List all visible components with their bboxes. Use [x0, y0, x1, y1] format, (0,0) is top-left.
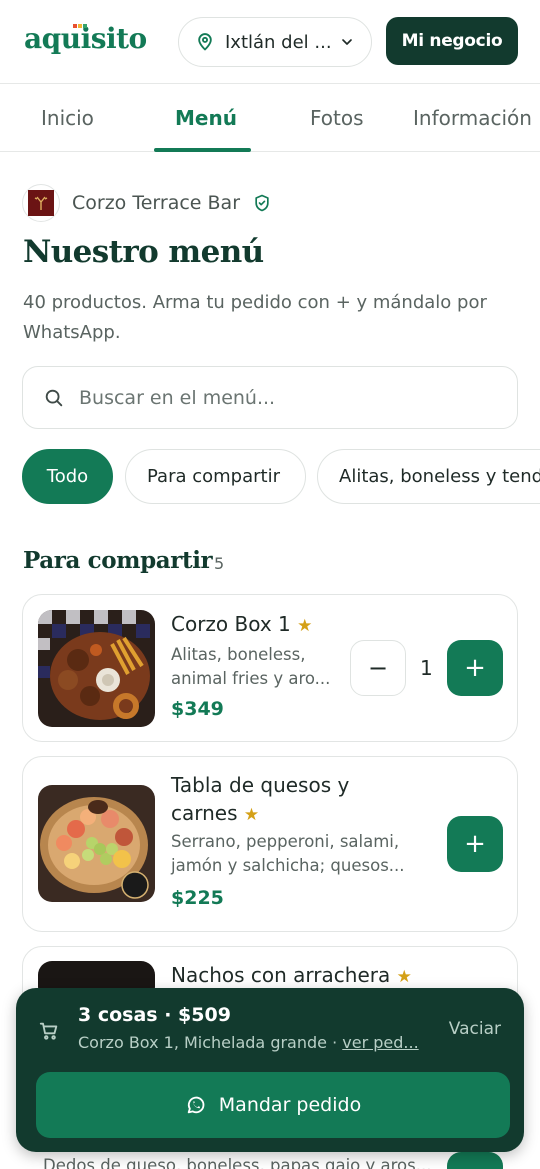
cart-items: Corzo Box 1, Michelada grande · ver ped.…	[78, 1033, 438, 1052]
product-desc-line: animal fries y aro...	[171, 669, 331, 688]
search-icon	[45, 389, 63, 406]
product-card[interactable]: Tabla de quesos y carnes ★ Serrano, pepp…	[22, 756, 518, 932]
logo-dots	[73, 24, 87, 28]
top-header: aquisito Ixtlán del ... Mi negocio	[0, 0, 540, 84]
product-name-text: Nachos con arrachera	[171, 963, 391, 987]
product-price: $349	[171, 698, 224, 720]
decrease-quantity-button[interactable]: −	[350, 640, 406, 696]
chip-para-compartir[interactable]: Para compartir	[125, 449, 306, 504]
my-business-button[interactable]: Mi negocio	[386, 17, 518, 65]
add-to-order-button[interactable]: +	[447, 816, 503, 872]
search-box[interactable]	[22, 366, 518, 429]
location-selector[interactable]: Ixtlán del ...	[178, 17, 372, 67]
send-order-button[interactable]: Mandar pedido	[36, 1072, 510, 1138]
location-label: Ixtlán del ...	[225, 31, 332, 53]
deer-logo-icon	[34, 196, 48, 210]
product-image[interactable]	[38, 610, 155, 727]
product-desc-line: Alitas, boneless,	[171, 645, 306, 664]
category-chips: Todo Para compartir Alitas, boneless y t…	[22, 449, 540, 505]
chip-todo[interactable]: Todo	[22, 449, 113, 504]
page-subtitle: 40 productos. Arma tu pedido con + y mán…	[23, 292, 487, 343]
product-card[interactable]: Corzo Box 1 ★ Alitas, boneless, animal f…	[22, 594, 518, 742]
tab-fotos[interactable]: Fotos	[310, 106, 364, 130]
add-to-order-button[interactable]: +	[447, 640, 503, 696]
tab-menu[interactable]: Menú	[175, 106, 237, 130]
quantity-value: 1	[420, 656, 433, 680]
restaurant-header: Corzo Terrace Bar	[22, 184, 272, 222]
view-order-link[interactable]: ver ped...	[342, 1033, 418, 1052]
star-icon: ★	[396, 967, 412, 987]
chip-alitas[interactable]: Alitas, boneless y tenders	[317, 449, 540, 504]
clear-cart-button[interactable]: Vaciar	[449, 1019, 501, 1039]
search-input[interactable]	[79, 386, 479, 409]
star-icon: ★	[297, 616, 313, 636]
product-description: Dedos de queso, boneless, papas gajo y a…	[43, 1156, 432, 1169]
cart-bar: 3 cosas · $509 Corzo Box 1, Michelada gr…	[16, 988, 524, 1152]
product-description: Serrano, pepperoni, salami, jamón y salc…	[171, 830, 405, 878]
tab-informacion[interactable]: Información	[413, 106, 532, 130]
tab-bar: Inicio Menú Fotos Información	[0, 84, 540, 152]
product-name[interactable]: Nachos con arrachera ★	[171, 961, 412, 991]
star-icon: ★	[243, 805, 260, 825]
verified-shield-icon	[255, 194, 269, 212]
restaurant-name[interactable]: Corzo Terrace Bar	[72, 192, 240, 214]
product-name-text: Tabla de quesos y	[171, 773, 350, 797]
send-order-label: Mandar pedido	[218, 1094, 362, 1116]
product-description: Alitas, boneless, animal fries y aro...	[171, 643, 330, 691]
cart-summary: 3 cosas · $509	[78, 1004, 231, 1026]
product-name-text: Corzo Box 1	[171, 612, 291, 636]
product-name[interactable]: Corzo Box 1 ★	[171, 610, 312, 640]
product-price: $225	[171, 887, 224, 909]
chevron-down-icon	[342, 39, 352, 45]
product-image[interactable]	[38, 785, 155, 902]
product-desc-line: Serrano, pepperoni, salami,	[171, 832, 400, 851]
cart-icon	[39, 1022, 58, 1040]
cart-items-text: Corzo Box 1, Michelada grande ·	[78, 1033, 343, 1052]
product-desc-line: jamón y salchicha; quesos...	[171, 856, 405, 875]
tab-inicio[interactable]: Inicio	[41, 106, 94, 130]
page-title: Nuestro menú	[23, 234, 264, 270]
product-name[interactable]: Tabla de quesos y carnes ★	[171, 771, 349, 829]
section-count: 5	[214, 554, 225, 573]
whatsapp-icon	[187, 1096, 205, 1114]
product-name-text: carnes	[171, 801, 238, 825]
map-pin-icon	[198, 33, 212, 51]
section-title: Para compartir	[23, 547, 213, 574]
active-tab-indicator	[154, 148, 251, 152]
restaurant-avatar[interactable]	[22, 184, 60, 222]
add-to-order-button[interactable]	[447, 1152, 503, 1169]
